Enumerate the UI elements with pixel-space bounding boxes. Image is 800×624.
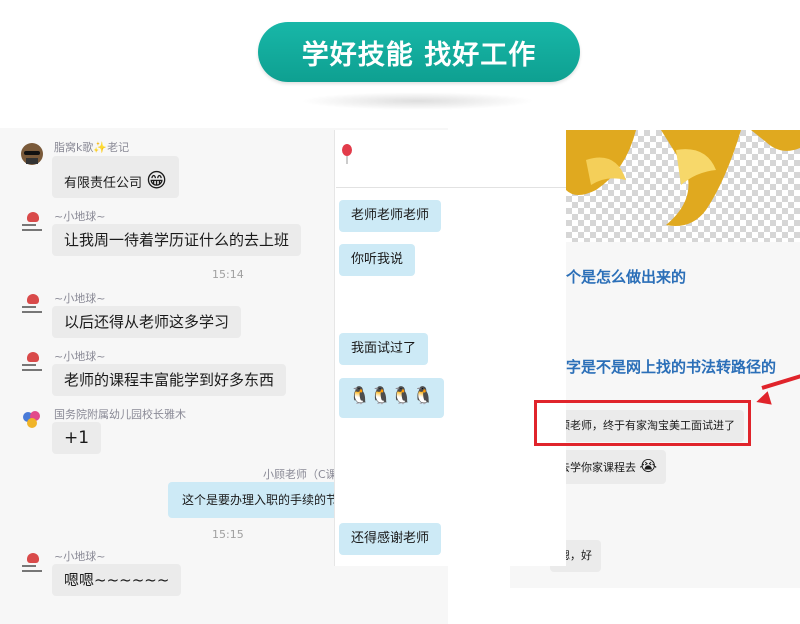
message-bubble[interactable]: 你听我说 xyxy=(339,244,416,276)
kid-avatar-icon[interactable] xyxy=(22,212,44,236)
message-text: 有限责任公司 xyxy=(64,176,143,191)
shared-image[interactable] xyxy=(566,130,800,242)
kid-avatar-icon[interactable] xyxy=(22,294,44,318)
message-bubble[interactable]: 让我周一待着学历证什么的去上班 xyxy=(52,224,302,256)
message-bubble[interactable]: 去学你家课程去 😭 xyxy=(550,450,667,484)
crying-emoji-icon: 😭 xyxy=(639,457,658,475)
sender-name: ~小地球~ xyxy=(54,550,106,563)
grin-emoji-icon: 😁 xyxy=(146,168,168,192)
sender-name: 脂窝k歌✨老记 xyxy=(54,141,130,154)
sender-name: 小顾老师（C课 xyxy=(263,468,337,481)
banner-shadow xyxy=(300,92,535,110)
header-divider xyxy=(336,187,566,188)
highlight-box xyxy=(534,400,751,446)
avatar[interactable] xyxy=(20,142,44,166)
penguin-emoji-icon[interactable]: 🐧🐧🐧🐧 xyxy=(339,378,444,418)
sender-name: 国务院附属幼儿园校长雅木 xyxy=(54,408,186,421)
message-bubble[interactable]: 以后还得从老师这多学习 xyxy=(52,306,242,338)
message-bubble[interactable]: 有限责任公司 😁 xyxy=(52,156,180,198)
message-bubble[interactable]: +1 xyxy=(52,422,102,454)
message-bubble[interactable]: 老师老师老师 xyxy=(339,200,442,232)
kid-avatar-icon[interactable] xyxy=(22,352,44,376)
timestamp: 15:14 xyxy=(212,268,244,281)
sender-name: ~小地球~ xyxy=(54,350,106,363)
message-bubble[interactable]: 嗯嗯~~~~~~ xyxy=(52,564,182,596)
sender-name: ~小地球~ xyxy=(54,210,106,223)
message-text: 去学你家课程去 xyxy=(559,461,636,474)
kid-avatar-icon[interactable] xyxy=(22,553,44,577)
message-link-text[interactable]: 个是怎么做出来的 xyxy=(566,266,686,287)
banner-title: 学好技能 找好工作 xyxy=(258,22,580,82)
timestamp: 15:15 xyxy=(212,528,244,541)
message-bubble[interactable]: 还得感谢老师 xyxy=(339,523,442,555)
message-link-text[interactable]: 字是不是网上找的书法转路径的 xyxy=(566,356,776,377)
message-bubble[interactable]: 老师的课程丰富能学到好多东西 xyxy=(52,364,287,396)
middle-chat-panel: 老师老师老师 你听我说 我面试过了 🐧🐧🐧🐧 还得感谢老师 xyxy=(334,130,566,566)
balloon-icon xyxy=(341,144,353,168)
message-bubble[interactable]: 我面试过了 xyxy=(339,333,429,365)
balloons-avatar-icon[interactable] xyxy=(20,408,44,432)
sender-name: ~小地球~ xyxy=(54,292,106,305)
